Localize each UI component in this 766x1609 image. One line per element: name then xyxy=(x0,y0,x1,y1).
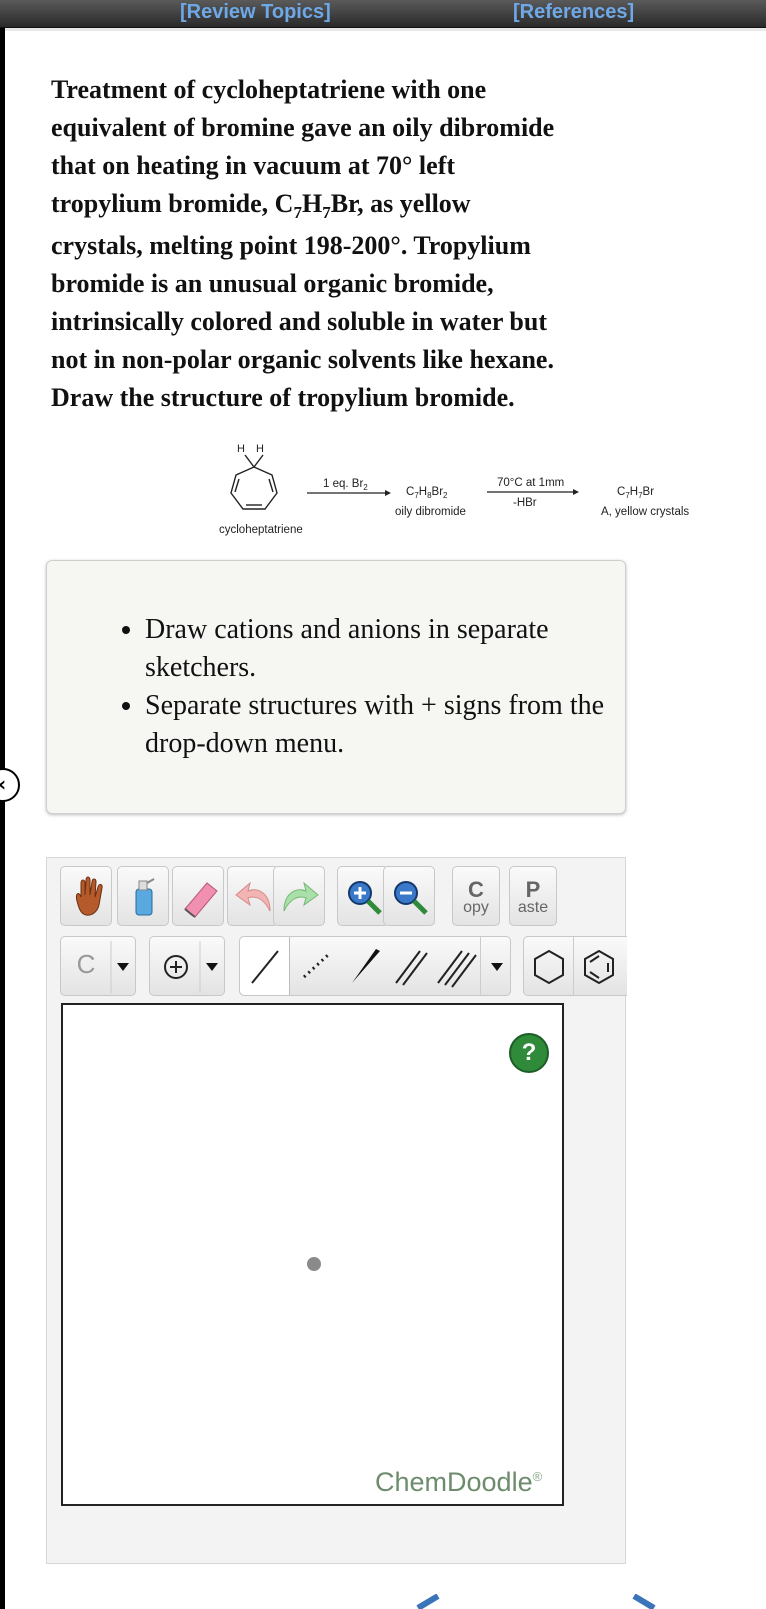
double-bond-icon xyxy=(395,950,428,986)
ring-toolbar xyxy=(523,936,627,996)
condition-top: 70°C at 1mm xyxy=(497,477,564,489)
bond-dropdown-button[interactable] xyxy=(480,937,512,995)
eraser-icon xyxy=(184,882,218,918)
chevron-left-icon[interactable] xyxy=(410,1594,440,1609)
paste-button-label: aste xyxy=(517,899,549,916)
wedge-bond-icon xyxy=(352,949,380,983)
paste-button[interactable]: P aste xyxy=(509,866,557,926)
copy-button-label: opy xyxy=(463,899,489,916)
dropdown-arrow-icon xyxy=(491,963,503,971)
help-button[interactable]: ? xyxy=(509,1033,549,1073)
eraser-button[interactable] xyxy=(172,866,224,926)
instruction-item: Separate structures with + signs from th… xyxy=(145,687,615,763)
dropdown-arrow-icon xyxy=(110,941,129,993)
review-topics-link[interactable]: [Review Topics] xyxy=(180,0,331,24)
undo-button[interactable] xyxy=(227,866,279,926)
single-bond-icon xyxy=(251,950,279,984)
intermediate-formula: C7H8Br2 xyxy=(406,486,448,500)
chemdoodle-logo: ChemDoodle® xyxy=(375,1467,543,1497)
question-line: Treatment of cycloheptatriene with one xyxy=(51,75,487,104)
question-line: not in non-polar organic solvents like h… xyxy=(51,345,554,374)
copy-button[interactable]: C opy xyxy=(452,866,500,926)
hexagon-ring-icon xyxy=(534,949,564,985)
product-formula: C7H7Br xyxy=(617,486,654,500)
start-material-name: cycloheptatriene xyxy=(219,524,303,536)
reaction-scheme: H H cycloheptatriene 1 eq. Br2 C7H8Br2 o… xyxy=(219,443,689,536)
question-text: Treatment of cycloheptatriene with one e… xyxy=(51,71,641,417)
chevron-left-icon: ‹ xyxy=(0,772,6,796)
benzene-ring-icon xyxy=(584,949,614,985)
reagent-1: 1 eq. Br2 xyxy=(323,478,368,492)
hand-icon xyxy=(76,876,103,916)
single-bond-button[interactable] xyxy=(240,937,290,995)
question-line: equivalent of bromine gave an oily dibro… xyxy=(51,113,555,142)
instruction-item: Draw cations and anions in separate sket… xyxy=(145,611,615,687)
cycloheptatriene-ring xyxy=(230,454,278,510)
double-bond-button[interactable] xyxy=(390,937,434,995)
instructions-list: Draw cations and anions in separate sket… xyxy=(145,611,615,763)
drawing-canvas[interactable]: ? ChemDoodle® xyxy=(61,1003,564,1506)
wedge-bond-button[interactable] xyxy=(340,937,390,995)
question-line-formula: tropylium bromide, C7H7Br, as yellow xyxy=(51,189,471,223)
question-line: intrinsically colored and soluble in wat… xyxy=(51,307,547,336)
clear-bottle-icon xyxy=(135,878,155,916)
cyclohexane-button[interactable] xyxy=(524,937,574,995)
chemdoodle-sketcher: C opy P aste C ? ChemDoodle® xyxy=(46,857,627,1564)
triple-bond-button[interactable] xyxy=(434,937,480,995)
charge-select-dropdown[interactable] xyxy=(149,936,225,996)
product-name: A, yellow crystals xyxy=(601,506,689,518)
canvas-cursor-dot xyxy=(307,1257,321,1271)
question-line: crystals, melting point 198-200°. Tropyl… xyxy=(51,231,531,260)
intermediate-name: oily dibromide xyxy=(395,506,466,518)
bond-toolbar xyxy=(239,936,511,996)
zoom-in-button[interactable] xyxy=(337,866,389,926)
triple-bond-icon xyxy=(437,950,477,988)
h-label-right: H xyxy=(256,443,264,455)
dashed-bond-icon xyxy=(302,953,330,979)
question-line: bromide is an unusual organic bromide, xyxy=(51,269,494,298)
dashed-bond-button[interactable] xyxy=(290,937,340,995)
clear-button[interactable] xyxy=(117,866,169,926)
plus-charge-icon xyxy=(164,941,218,993)
h-label-left: H xyxy=(237,443,245,455)
question-line: that on heating in vacuum at 70° left xyxy=(51,151,456,180)
element-select-dropdown[interactable]: C xyxy=(60,936,136,996)
instructions-box: Draw cations and anions in separate sket… xyxy=(46,560,626,814)
zoom-out-button[interactable] xyxy=(383,866,435,926)
pan-hand-button[interactable] xyxy=(60,866,112,926)
redo-icon xyxy=(283,881,319,912)
chevron-right-icon[interactable] xyxy=(632,1594,662,1609)
benzene-button[interactable] xyxy=(574,937,624,995)
condition-bottom: -HBr xyxy=(513,497,537,509)
zoom-out-icon xyxy=(394,881,428,915)
references-link[interactable]: [References] xyxy=(513,0,634,24)
redo-button[interactable] xyxy=(273,866,325,926)
top-nav-bar: [Review Topics] [References] xyxy=(0,0,766,28)
question-line: Draw the structure of tropylium bromide. xyxy=(51,383,515,412)
